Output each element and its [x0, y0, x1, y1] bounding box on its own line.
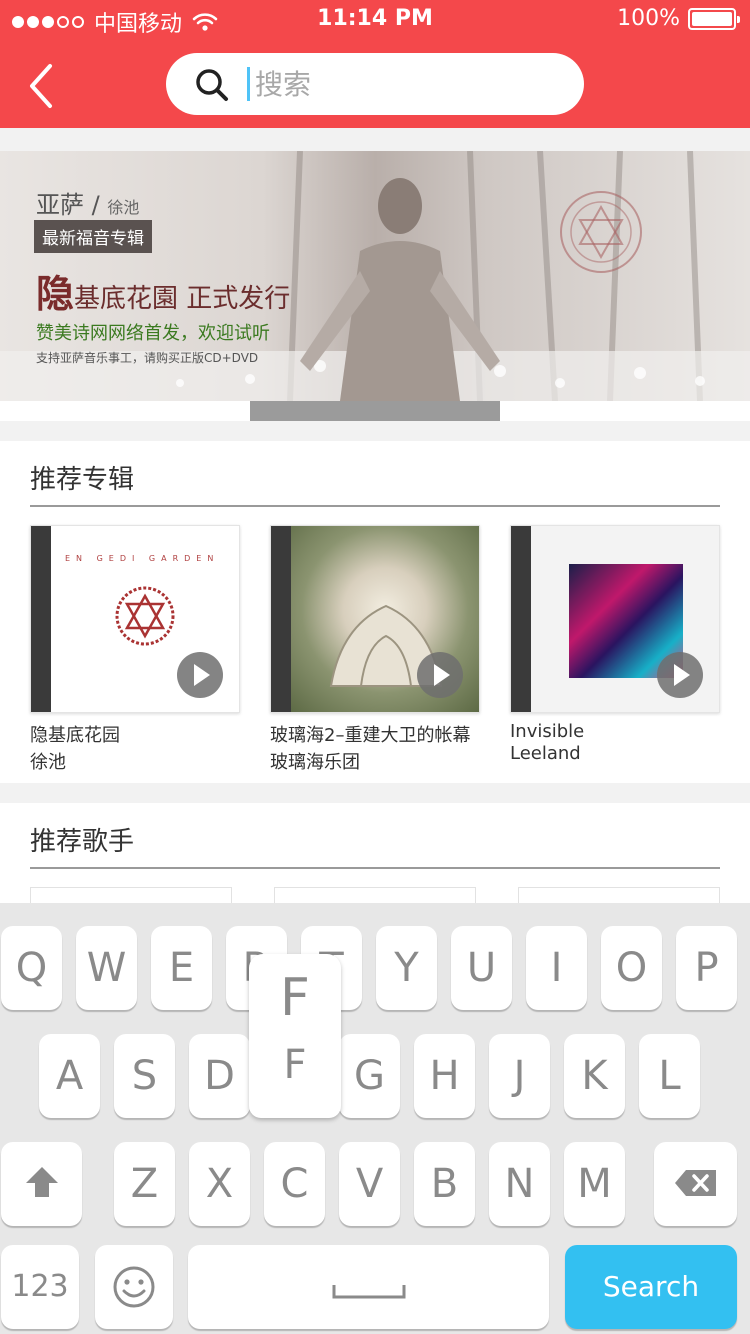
recommended-artists-section: 推荐歌手 — [0, 803, 750, 907]
section-title: 推荐歌手 — [30, 827, 135, 857]
key-m[interactable]: M — [564, 1142, 625, 1226]
album-cover[interactable] — [510, 525, 720, 713]
album-card[interactable]: EN GEDI GARDEN 隐基底花园 徐池 — [30, 525, 240, 774]
recommended-albums-section: 推荐专辑 EN GEDI GARDEN 隐基底花园 徐池 玻璃海2–重建大卫的帐… — [0, 441, 750, 783]
key-f[interactable]: F F — [249, 954, 341, 1118]
key-x[interactable]: X — [189, 1142, 250, 1226]
album-cover[interactable]: EN GEDI GARDEN — [30, 525, 240, 713]
logo-seal-icon — [560, 191, 642, 273]
key-q[interactable]: Q — [1, 926, 62, 1010]
banner-page-indicator[interactable] — [250, 401, 500, 421]
key-y[interactable]: Y — [376, 926, 437, 1010]
album-cover[interactable] — [270, 525, 480, 713]
key-b[interactable]: B — [414, 1142, 475, 1226]
banner-artist: 亚萨 — [36, 191, 84, 219]
key-w[interactable]: W — [76, 926, 137, 1010]
key-a[interactable]: A — [39, 1034, 100, 1118]
emoji-icon — [113, 1266, 155, 1308]
backspace-icon — [674, 1170, 716, 1196]
key-s[interactable]: S — [114, 1034, 175, 1118]
divider — [30, 505, 720, 507]
banner-title-rest: 基底花園 正式发行 — [74, 284, 291, 314]
play-button[interactable] — [657, 652, 703, 698]
album-artist: Leeland — [510, 743, 581, 764]
key-g[interactable]: G — [339, 1034, 400, 1118]
play-button[interactable] — [177, 652, 223, 698]
play-button[interactable] — [417, 652, 463, 698]
key-k[interactable]: K — [564, 1034, 625, 1118]
battery-percent: 100% — [617, 6, 680, 31]
divider — [30, 867, 720, 869]
album-title: 隐基底花园 — [30, 725, 120, 746]
section-title: 推荐专辑 — [30, 465, 135, 495]
promo-banner[interactable]: 亚萨 / 徐池 最新福音专辑 隐基底花園 正式发行 赞美诗网网络首发，欢迎试听 … — [0, 151, 750, 421]
banner-subtitle: 赞美诗网网络首发，欢迎试听 — [36, 323, 270, 344]
battery-icon — [688, 7, 740, 30]
search-input[interactable] — [255, 62, 555, 106]
banner-tag: 最新福音专辑 — [34, 220, 152, 253]
status-bar: 中国移动 11:14 PM 100% — [0, 0, 750, 40]
album-card[interactable]: 玻璃海2–重建大卫的帐幕 玻璃海乐团 — [270, 525, 480, 774]
space-key[interactable] — [188, 1245, 549, 1329]
banner-note: 支持亚萨音乐事工，请购买正版CD+DVD — [36, 351, 259, 365]
key-o[interactable]: O — [601, 926, 662, 1010]
artist-photo — [300, 178, 500, 401]
album-title: Invisible — [510, 721, 585, 742]
key-u[interactable]: U — [451, 926, 512, 1010]
key-l[interactable]: L — [639, 1034, 700, 1118]
emoji-key[interactable] — [95, 1245, 173, 1329]
key-z[interactable]: Z — [114, 1142, 175, 1226]
search-key[interactable]: Search — [565, 1245, 737, 1329]
key-popup-letter: F — [280, 968, 310, 1028]
album-artist: 玻璃海乐团 — [270, 752, 360, 773]
banner-slash: / — [91, 191, 100, 219]
album-artist: 徐池 — [30, 752, 66, 773]
cover-text: EN GEDI GARDEN — [65, 554, 220, 563]
on-screen-keyboard: Q W E R T Y U I O P A S D G H J K L Z X … — [0, 903, 750, 1334]
banner-producer: 徐池 — [107, 198, 140, 217]
album-title: 玻璃海2–重建大卫的帐幕 — [270, 725, 471, 746]
key-letter: F — [283, 1042, 307, 1088]
shift-key[interactable] — [1, 1142, 82, 1226]
key-p[interactable]: P — [676, 926, 737, 1010]
search-bar[interactable] — [166, 53, 584, 115]
top-bar: 中国移动 11:14 PM 100% — [0, 0, 750, 128]
key-v[interactable]: V — [339, 1142, 400, 1226]
key-i[interactable]: I — [526, 926, 587, 1010]
delete-key[interactable] — [654, 1142, 737, 1226]
key-e[interactable]: E — [151, 926, 212, 1010]
album-card[interactable]: Invisible Leeland — [510, 525, 720, 764]
banner-image: 亚萨 / 徐池 最新福音专辑 隐基底花園 正式发行 赞美诗网网络首发，欢迎试听 … — [0, 151, 750, 401]
banner-title-main: 隐 — [36, 271, 75, 316]
shift-arrow-icon — [25, 1167, 58, 1197]
key-j[interactable]: J — [489, 1034, 550, 1118]
key-d[interactable]: D — [189, 1034, 250, 1118]
numbers-key[interactable]: 123 — [1, 1245, 79, 1329]
search-icon — [196, 69, 228, 101]
space-bar-icon — [332, 1285, 405, 1299]
key-c[interactable]: C — [264, 1142, 325, 1226]
key-n[interactable]: N — [489, 1142, 550, 1226]
back-icon[interactable] — [24, 58, 64, 114]
key-h[interactable]: H — [414, 1034, 475, 1118]
text-cursor — [247, 67, 250, 101]
